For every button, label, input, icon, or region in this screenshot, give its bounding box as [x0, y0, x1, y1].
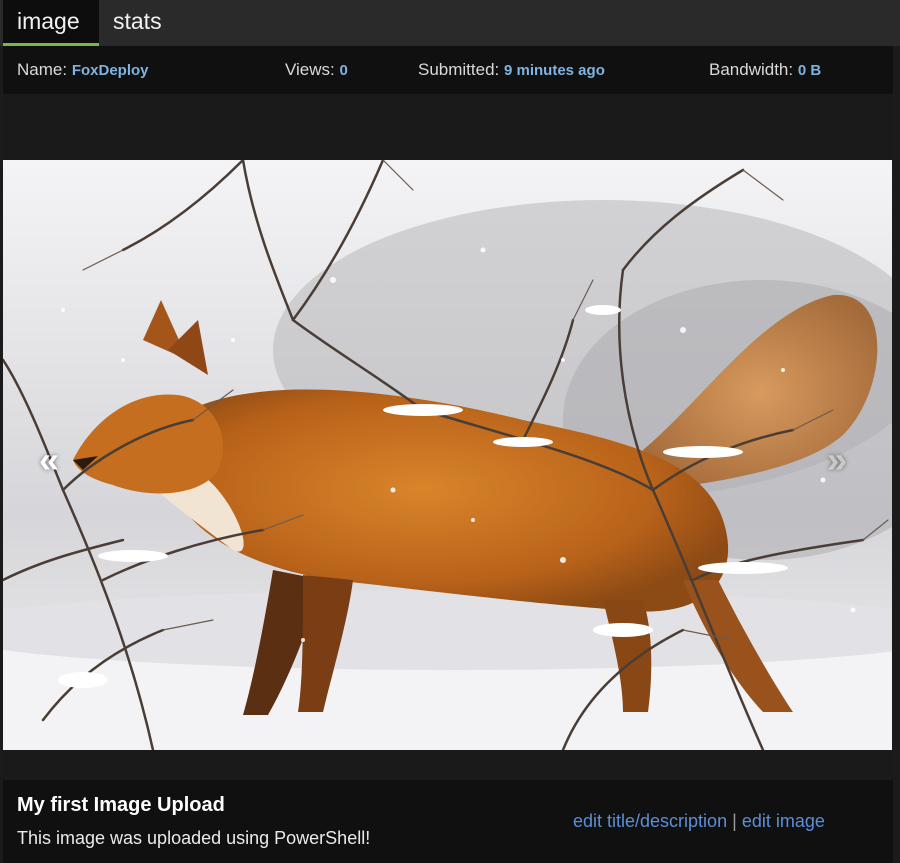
next-image-arrow-icon[interactable]: » [827, 442, 847, 478]
edit-image-link[interactable]: edit image [742, 811, 825, 831]
stat-bandwidth: Bandwidth: 0 B [709, 60, 821, 80]
stat-submitted-label: Submitted: [418, 60, 500, 79]
stat-bandwidth-value: 0 B [797, 62, 822, 79]
edit-links: edit title/description | edit image [573, 811, 825, 832]
stat-submitted-value: 9 minutes ago [504, 62, 605, 79]
previous-image-arrow-icon[interactable]: « [39, 442, 59, 478]
stat-views-label: Views: [285, 60, 335, 79]
stat-views-value: 0 [339, 62, 348, 79]
stat-submitted: Submitted: 9 minutes ago [418, 60, 605, 80]
fox-photo-illustration [3, 160, 892, 750]
spacer-bottom [3, 750, 893, 780]
main-image[interactable]: « » [3, 160, 892, 750]
tab-image[interactable]: image [3, 0, 99, 46]
stat-name: Name: FoxDeploy [17, 60, 149, 80]
image-title: My first Image Upload [17, 794, 225, 816]
image-description: This image was uploaded using PowerShell… [17, 828, 371, 848]
spacer-top [3, 94, 893, 160]
link-separator: | [732, 811, 737, 831]
tab-stats[interactable]: stats [99, 0, 176, 46]
image-details: My first Image Upload This image was upl… [3, 780, 893, 863]
stat-views: Views: 0 [285, 60, 348, 80]
edit-title-description-link[interactable]: edit title/description [573, 811, 727, 831]
stat-bandwidth-label: Bandwidth: [709, 60, 794, 79]
stat-name-label: Name: [17, 60, 68, 79]
tab-bar: image stats [0, 0, 900, 46]
stats-bar: Name: FoxDeploy Views: 0 Submitted: 9 mi… [3, 46, 893, 94]
stat-name-value: FoxDeploy [71, 62, 149, 79]
